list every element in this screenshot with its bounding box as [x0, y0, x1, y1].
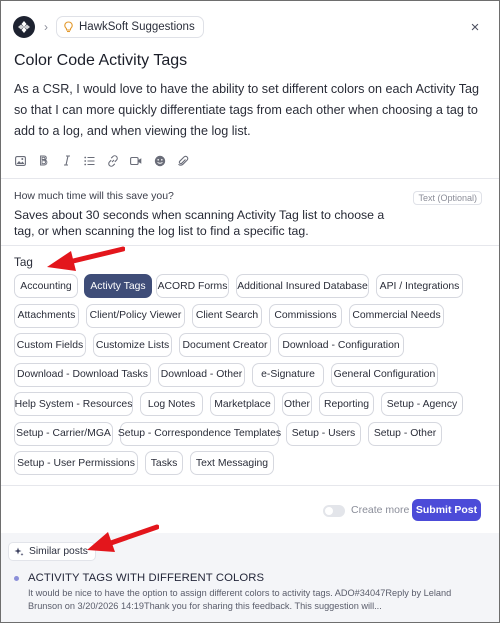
tag-chip[interactable]: API / Integrations [376, 274, 463, 298]
sparkle-icon [14, 547, 24, 557]
divider [1, 245, 499, 246]
tag-chip-selected[interactable]: Activty Tags [84, 274, 152, 298]
attachment-icon[interactable] [177, 154, 189, 167]
app-logo-icon[interactable] [13, 16, 35, 38]
tag-chip[interactable]: Commissions [269, 303, 342, 328]
tag-chip[interactable]: Setup - Correspondence Templates [118, 421, 281, 446]
list-icon[interactable] [84, 154, 96, 167]
suggestion-dialog: › HawkSoft Suggestions × Color Code Acti… [0, 0, 500, 623]
close-icon[interactable]: × [465, 16, 485, 38]
lightbulb-icon [63, 21, 74, 33]
optional-badge: Text (Optional) [413, 191, 482, 205]
status-dot-icon [14, 576, 19, 581]
similar-posts-section: Similar posts ACTIVITY TAGS WITH DIFFERE… [1, 533, 499, 622]
dialog-header: › HawkSoft Suggestions × [13, 16, 487, 38]
bold-icon[interactable] [37, 154, 49, 167]
italic-icon[interactable] [61, 154, 73, 167]
editor-toolbar [14, 154, 200, 167]
tag-chip[interactable]: Log Notes [140, 392, 203, 416]
tag-chip[interactable]: Download - Other [158, 362, 245, 387]
image-icon[interactable] [14, 154, 26, 167]
tag-chip[interactable]: General Configuration [331, 362, 438, 387]
tag-chip[interactable]: Help System - Resources [14, 392, 133, 416]
tag-chip[interactable]: Download - Configuration [278, 333, 404, 357]
tag-chip[interactable]: Commercial Needs [349, 303, 444, 328]
tag-chip[interactable]: Attachments [14, 303, 79, 328]
tag-chip[interactable]: Reporting [319, 392, 374, 416]
similar-post-title[interactable]: ACTIVITY TAGS WITH DIFFERENT COLORS [28, 572, 264, 584]
similar-post-snippet: It would be nice to have the option to a… [28, 588, 452, 611]
tag-chip[interactable]: Download - Download Tasks [14, 362, 151, 387]
tag-chip[interactable]: Setup - Carrier/MGA [14, 421, 113, 446]
dialog-footer: Create more Submit Post [1, 485, 499, 533]
post-description[interactable]: As a CSR, I would love to have the abili… [14, 79, 486, 142]
tag-chip[interactable]: e-Signature [252, 362, 324, 387]
link-icon[interactable] [107, 154, 119, 167]
tag-chip[interactable]: Text Messaging [190, 451, 274, 475]
similar-posts-label: Similar posts [8, 542, 96, 561]
similar-posts-text: Similar posts [29, 546, 88, 557]
divider [1, 178, 499, 179]
tag-section-label: Tag [14, 256, 33, 269]
tag-chip[interactable]: Additional Insured Database [236, 274, 369, 298]
video-icon[interactable] [130, 154, 142, 167]
post-title[interactable]: Color Code Activity Tags [14, 52, 187, 70]
tag-chip[interactable]: Custom Fields [14, 333, 86, 357]
tag-chip[interactable]: Tasks [145, 451, 183, 475]
tag-chip[interactable]: Client/Policy Viewer [86, 303, 185, 328]
tag-chip[interactable]: Customize Lists [93, 333, 172, 357]
tag-chip[interactable]: Accounting [14, 274, 78, 298]
tag-chip[interactable]: Setup - Agency [381, 392, 463, 416]
tag-chip[interactable]: Document Creator [179, 333, 271, 357]
create-more-label: Create more [351, 504, 410, 516]
tag-chip[interactable]: ACORD Forms [156, 274, 229, 298]
time-saved-label: How much time will this save you? [14, 190, 174, 202]
create-more-toggle[interactable] [323, 505, 345, 517]
time-saved-field[interactable]: Saves about 30 seconds when scanning Act… [14, 207, 404, 239]
tag-chip[interactable]: Setup - User Permissions [14, 451, 138, 475]
tag-chip[interactable]: Client Search [192, 303, 262, 328]
board-name: HawkSoft Suggestions [79, 21, 195, 33]
tag-chip[interactable]: Setup - Other [368, 421, 442, 446]
emoji-icon[interactable] [154, 154, 166, 167]
tag-chip[interactable]: Marketplace [210, 392, 275, 416]
chevron-right-icon: › [44, 20, 48, 34]
board-selector[interactable]: HawkSoft Suggestions [56, 16, 204, 38]
tag-chip[interactable]: Setup - Users [286, 421, 361, 446]
tag-chip[interactable]: Other [282, 392, 312, 416]
submit-post-button[interactable]: Submit Post [412, 499, 481, 521]
